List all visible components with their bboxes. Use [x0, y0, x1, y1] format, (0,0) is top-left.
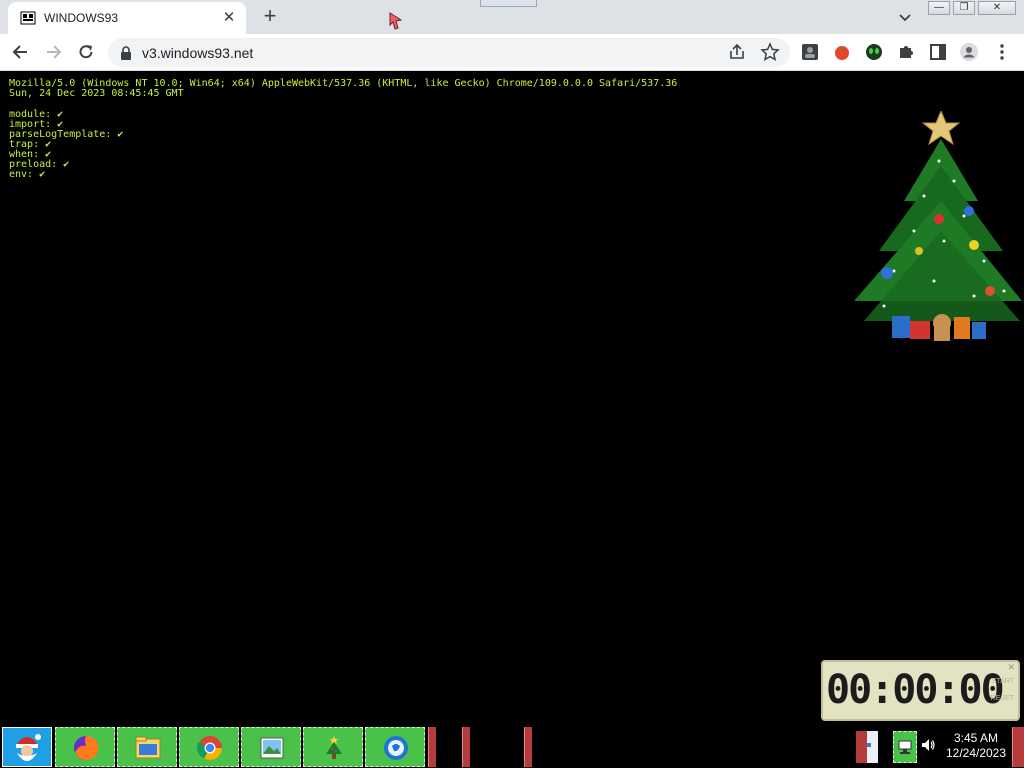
share-icon[interactable] [727, 42, 747, 62]
extension-user-icon[interactable] [800, 42, 820, 62]
stopwatch-widget[interactable]: ✕ 00:00:00 START RESET [821, 660, 1020, 721]
menu-kebab-icon[interactable] [992, 42, 1012, 62]
christmas-tree-small-icon [326, 736, 342, 759]
log-check-line: when: ✔ [9, 149, 52, 160]
taskbar-photos-button[interactable] [241, 727, 301, 767]
bookmark-star-icon[interactable] [760, 42, 780, 62]
log-check-line: trap: ✔ [9, 139, 52, 150]
taskbar-chrome-button[interactable] [179, 727, 239, 767]
taskbar: 3:45 AM 12/24/2023 [0, 726, 1024, 768]
taskbar-explorer-button[interactable] [117, 727, 177, 767]
show-desktop-button[interactable] [1012, 727, 1024, 767]
tray-flag-icon[interactable] [856, 731, 878, 763]
extensions-puzzle-icon[interactable] [896, 42, 916, 62]
stopwatch-reset-button[interactable]: RESET [991, 695, 1014, 702]
log-check-line: preload: ✔ [9, 159, 70, 170]
lock-icon[interactable] [120, 46, 132, 60]
file-explorer-icon [135, 736, 161, 759]
tab-strip: WINDOWS93 ✕ + — ❐ ✕ [0, 0, 1024, 34]
taskbar-globe-button[interactable] [365, 727, 425, 767]
stopwatch-close-icon[interactable]: ✕ [1007, 662, 1015, 673]
address-bar[interactable]: v3.windows93.net [108, 38, 790, 67]
volume-icon[interactable] [920, 737, 936, 753]
windows93-boot-screen[interactable]: Mozilla/5.0 (Windows NT 10.0; Win64; x64… [0, 71, 1024, 726]
side-panel-icon[interactable] [928, 42, 948, 62]
alien-extension-icon[interactable] [864, 42, 884, 62]
browser-toolbar: v3.windows93.net [0, 34, 1024, 71]
log-date: Sun, 24 Dec 2023 08:45:45 GMT [9, 88, 184, 99]
new-tab-button[interactable]: + [259, 5, 281, 27]
taskbar-tree-button[interactable] [303, 727, 363, 767]
taskbar-firefox-button[interactable] [55, 727, 115, 767]
back-arrow-icon[interactable] [11, 42, 31, 62]
windows93-favicon-icon [20, 11, 36, 25]
window-drag-handle[interactable] [480, 0, 537, 7]
tray-network-button[interactable] [893, 731, 917, 763]
log-check-line: module: ✔ [9, 109, 64, 120]
tab-close-icon[interactable]: ✕ [220, 9, 238, 27]
start-button[interactable] [2, 727, 52, 767]
christmas-tree-icon [854, 111, 1022, 341]
mouse-cursor-icon [389, 12, 403, 30]
chrome-icon [196, 736, 222, 761]
reload-icon[interactable] [76, 42, 96, 62]
stopwatch-start-button[interactable]: START [992, 678, 1014, 685]
restore-button[interactable]: ❐ [953, 1, 975, 15]
firefox-icon [74, 735, 99, 760]
tray-clock-time[interactable]: 3:45 AM [944, 731, 1008, 745]
boot-log: Mozilla/5.0 (Windows NT 10.0; Win64; x64… [9, 79, 677, 180]
photos-icon [260, 737, 284, 759]
log-check-line: parseLogTemplate: ✔ [9, 129, 124, 140]
tomato-extension-icon[interactable] [832, 42, 852, 62]
tab-title: WINDOWS93 [44, 11, 119, 25]
taskbar-separator [462, 727, 470, 767]
minimize-button[interactable]: — [928, 1, 950, 15]
santa-icon [16, 734, 41, 761]
browser-tab[interactable]: WINDOWS93 ✕ [8, 2, 246, 34]
log-check-line: env: ✔ [9, 169, 46, 180]
taskbar-separator [428, 727, 436, 767]
tab-search-chevron-icon[interactable] [896, 8, 914, 26]
forward-arrow-icon[interactable] [43, 42, 63, 62]
profile-avatar-icon[interactable] [959, 42, 979, 62]
taskbar-separator [524, 727, 532, 767]
url-text[interactable]: v3.windows93.net [142, 45, 253, 61]
globe-icon [384, 736, 408, 760]
stopwatch-display: 00:00:00 [826, 667, 1005, 713]
network-icon [898, 740, 912, 754]
close-window-button[interactable]: ✕ [978, 1, 1016, 15]
tray-clock-date[interactable]: 12/24/2023 [944, 746, 1008, 760]
